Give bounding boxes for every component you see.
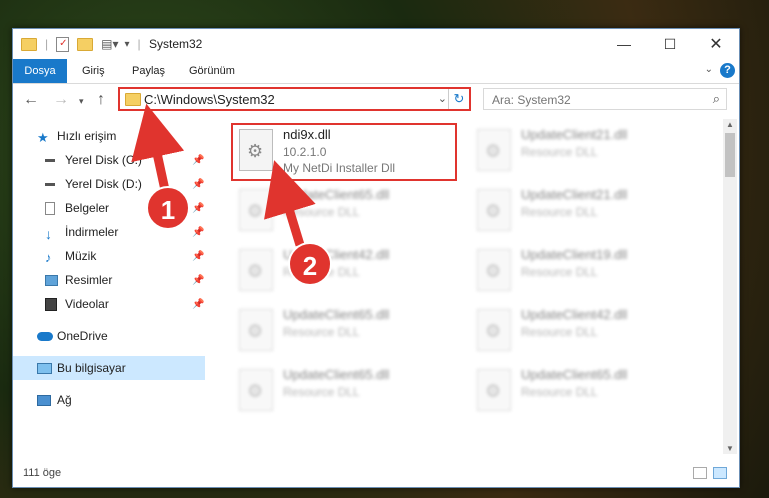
arrow-to-file (264, 160, 316, 247)
arrow-to-address-bar (131, 103, 185, 191)
step-1-badge: 1 (146, 186, 190, 230)
step-2-badge: 2 (288, 242, 332, 286)
annotation-arrows (131, 103, 316, 247)
